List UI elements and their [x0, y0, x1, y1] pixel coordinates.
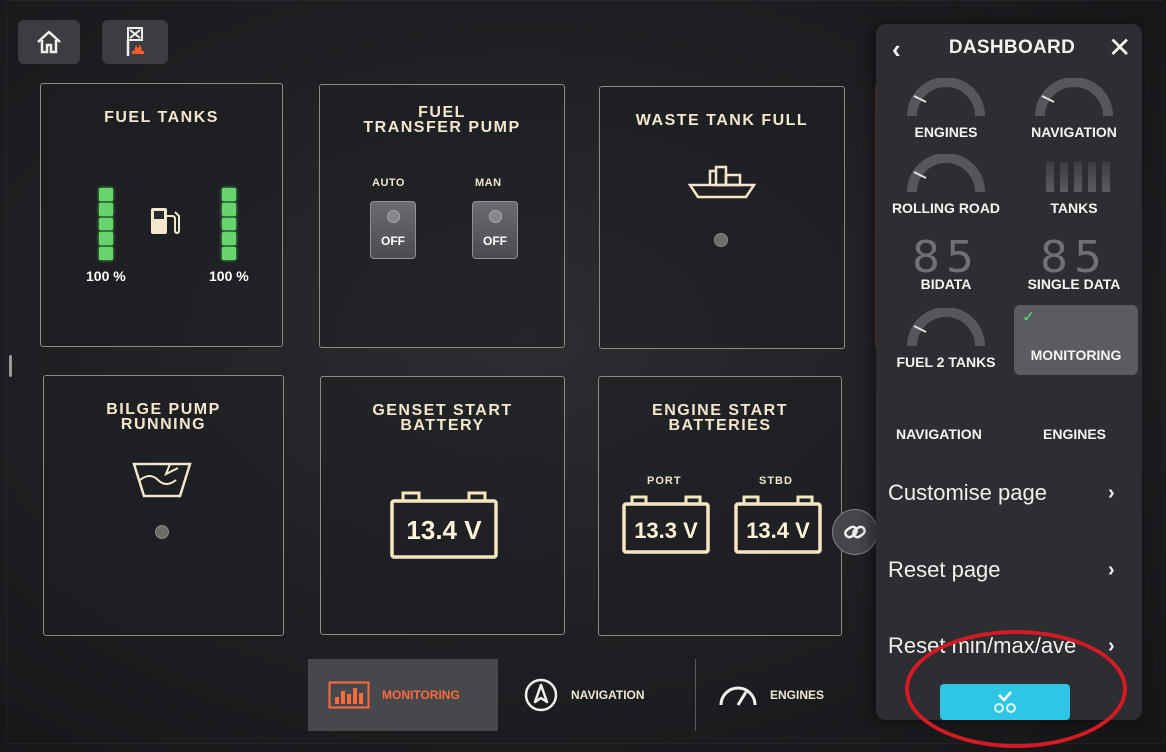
fuel-pump-icon [151, 208, 180, 235]
bilge-pump-tile[interactable]: BILGE PUMP RUNNING [43, 375, 284, 636]
dashboard-item-label: ROLLING ROAD [891, 200, 1001, 216]
dashboard-item-fuel-2-tanks[interactable]: FUEL 2 TANKS [884, 304, 1008, 374]
dashboard-item-bidata[interactable]: 85 BIDATA [884, 226, 1008, 296]
dashboard-item-label: ENGINES [914, 124, 978, 140]
alarm-mute-icon [126, 27, 144, 56]
dashboard-item-rolling-road[interactable]: ROLLING ROAD [884, 150, 1008, 220]
fuel-tank-right-percent: 100 % [209, 268, 249, 284]
tab-engines[interactable]: ENGINES [695, 659, 876, 731]
auto-label: AUTO [372, 177, 405, 189]
dashboard-item-tanks[interactable]: TANKS [1012, 150, 1136, 220]
dashboard-item-label: SINGLE DATA [1027, 276, 1121, 292]
dashboard-item-label: BIDATA [920, 276, 972, 292]
tab-monitoring-label: MONITORING [382, 688, 460, 702]
checkmark-icon: ✓ [1022, 309, 1036, 326]
back-button[interactable]: ‹ [892, 34, 901, 65]
boat-tank-icon [687, 165, 757, 199]
link-icon [844, 525, 866, 539]
auto-switch-state: OFF [381, 234, 405, 248]
fuel-tank-right-gauge [222, 188, 236, 260]
chevron-right-icon: › [1108, 634, 1115, 657]
checkmark-icon [994, 691, 1016, 713]
tab-navigation-label: NAVIGATION [571, 688, 645, 702]
compass-icon [524, 678, 558, 712]
auto-switch-led [387, 210, 400, 223]
fuel-transfer-pump-tile: FUEL TRANSFER PUMP AUTO MAN OFF OFF [319, 84, 565, 348]
tab-monitoring[interactable]: MONITORING [308, 659, 498, 731]
port-battery-voltage: 13.3 V [634, 518, 698, 543]
panel-title: DASHBOARD [948, 37, 1076, 58]
man-switch-led [489, 210, 502, 223]
dial-preview-icon [907, 78, 985, 117]
monitoring-icon [328, 681, 370, 709]
port-label: PORT [647, 475, 682, 487]
genset-battery-tile: GENSET START BATTERY 13.4 V [320, 376, 565, 635]
tanks-preview-icon [1046, 162, 1110, 192]
waste-tank-led [714, 233, 728, 247]
stbd-label: STBD [759, 475, 793, 487]
close-button[interactable]: ✕ [1108, 34, 1131, 62]
stbd-battery: 13.4 V [733, 494, 823, 556]
dashboard-item-monitoring[interactable]: ✓ MONITORING [1014, 305, 1138, 375]
engine-batteries-title-1: ENGINE START [652, 402, 788, 419]
fuel-tanks-tile[interactable]: FUEL TANKS 100 % 100 % [40, 83, 283, 347]
fuel-transfer-pump-title-2: TRANSFER PUMP [363, 119, 521, 136]
gauge-icon [719, 686, 757, 706]
sub-tab-navigation[interactable]: NAVIGATION [896, 426, 982, 442]
confirm-button[interactable] [940, 684, 1070, 720]
alarm-mute-button[interactable] [102, 20, 168, 64]
chevron-left-icon: ‹ [892, 34, 901, 64]
engine-batteries-tile: ENGINE START BATTERIES PORT STBD 13.3 V … [598, 376, 842, 636]
fuel-transfer-pump-title-1: FUEL [418, 104, 466, 121]
man-label: MAN [475, 177, 502, 189]
fuel-tank-left-percent: 100 % [86, 268, 126, 284]
man-switch[interactable]: OFF [472, 201, 518, 259]
genset-battery-title-2: BATTERY [400, 417, 485, 434]
home-button[interactable] [18, 20, 80, 64]
chevron-right-icon: › [1108, 558, 1115, 581]
genset-battery-title-1: GENSET START [372, 402, 513, 419]
sub-tab-engines[interactable]: ENGINES [1043, 426, 1106, 442]
reset-min-max-ave-label: Reset min/max/ave [888, 633, 1077, 658]
reset-min-max-ave-item[interactable]: Reset min/max/ave › [876, 626, 1142, 666]
dashboard-item-label: TANKS [1050, 200, 1098, 216]
genset-battery-voltage: 13.4 V [406, 515, 482, 545]
customise-page-label: Customise page [888, 480, 1047, 505]
dashboard-item-navigation[interactable]: NAVIGATION [1012, 74, 1136, 144]
fuel-tank-left-gauge [99, 188, 113, 260]
dashboard-panel: ‹ DASHBOARD ✕ ENGINES NAVIGATION ROLLING… [876, 24, 1142, 720]
dashboard-item-label: MONITORING [1030, 347, 1122, 363]
waste-tank-tile[interactable]: WASTE TANK FULL [599, 86, 845, 349]
tab-engines-label: ENGINES [770, 688, 825, 702]
close-icon: ✕ [1108, 32, 1132, 63]
dashboard-item-single-data[interactable]: 85 SINGLE DATA [1012, 226, 1136, 296]
bilge-icon [132, 462, 192, 498]
dashboard-item-engines[interactable]: ENGINES [884, 74, 1008, 144]
dial-preview-icon [1035, 78, 1113, 117]
auto-switch[interactable]: OFF [370, 201, 416, 259]
engine-batteries-title-2: BATTERIES [668, 417, 772, 434]
dial-preview-icon [907, 154, 985, 193]
tab-navigation[interactable]: NAVIGATION [505, 659, 693, 731]
port-battery: 13.3 V [621, 494, 711, 556]
dashboard-item-label: FUEL 2 TANKS [896, 354, 996, 370]
customise-page-item[interactable]: Customise page › [876, 473, 1142, 513]
bilge-pump-title-1: BILGE PUMP [106, 401, 221, 418]
bilge-pump-led [155, 525, 169, 539]
reset-page-item[interactable]: Reset page › [876, 550, 1142, 590]
dashboard-item-label: NAVIGATION [1031, 124, 1117, 140]
chevron-right-icon: › [1108, 481, 1115, 504]
waste-tank-title: WASTE TANK FULL [635, 112, 809, 129]
reset-page-label: Reset page [888, 557, 1001, 582]
link-button[interactable] [832, 509, 878, 555]
man-switch-state: OFF [483, 234, 507, 248]
home-icon [37, 30, 61, 54]
dial-preview-icon [907, 308, 985, 347]
genset-battery: 13.4 V [389, 489, 499, 561]
stbd-battery-voltage: 13.4 V [746, 518, 810, 543]
fuel-tanks-title: FUEL TANKS [104, 109, 219, 126]
bilge-pump-title-2: RUNNING [120, 416, 207, 433]
side-handle[interactable] [9, 355, 12, 377]
